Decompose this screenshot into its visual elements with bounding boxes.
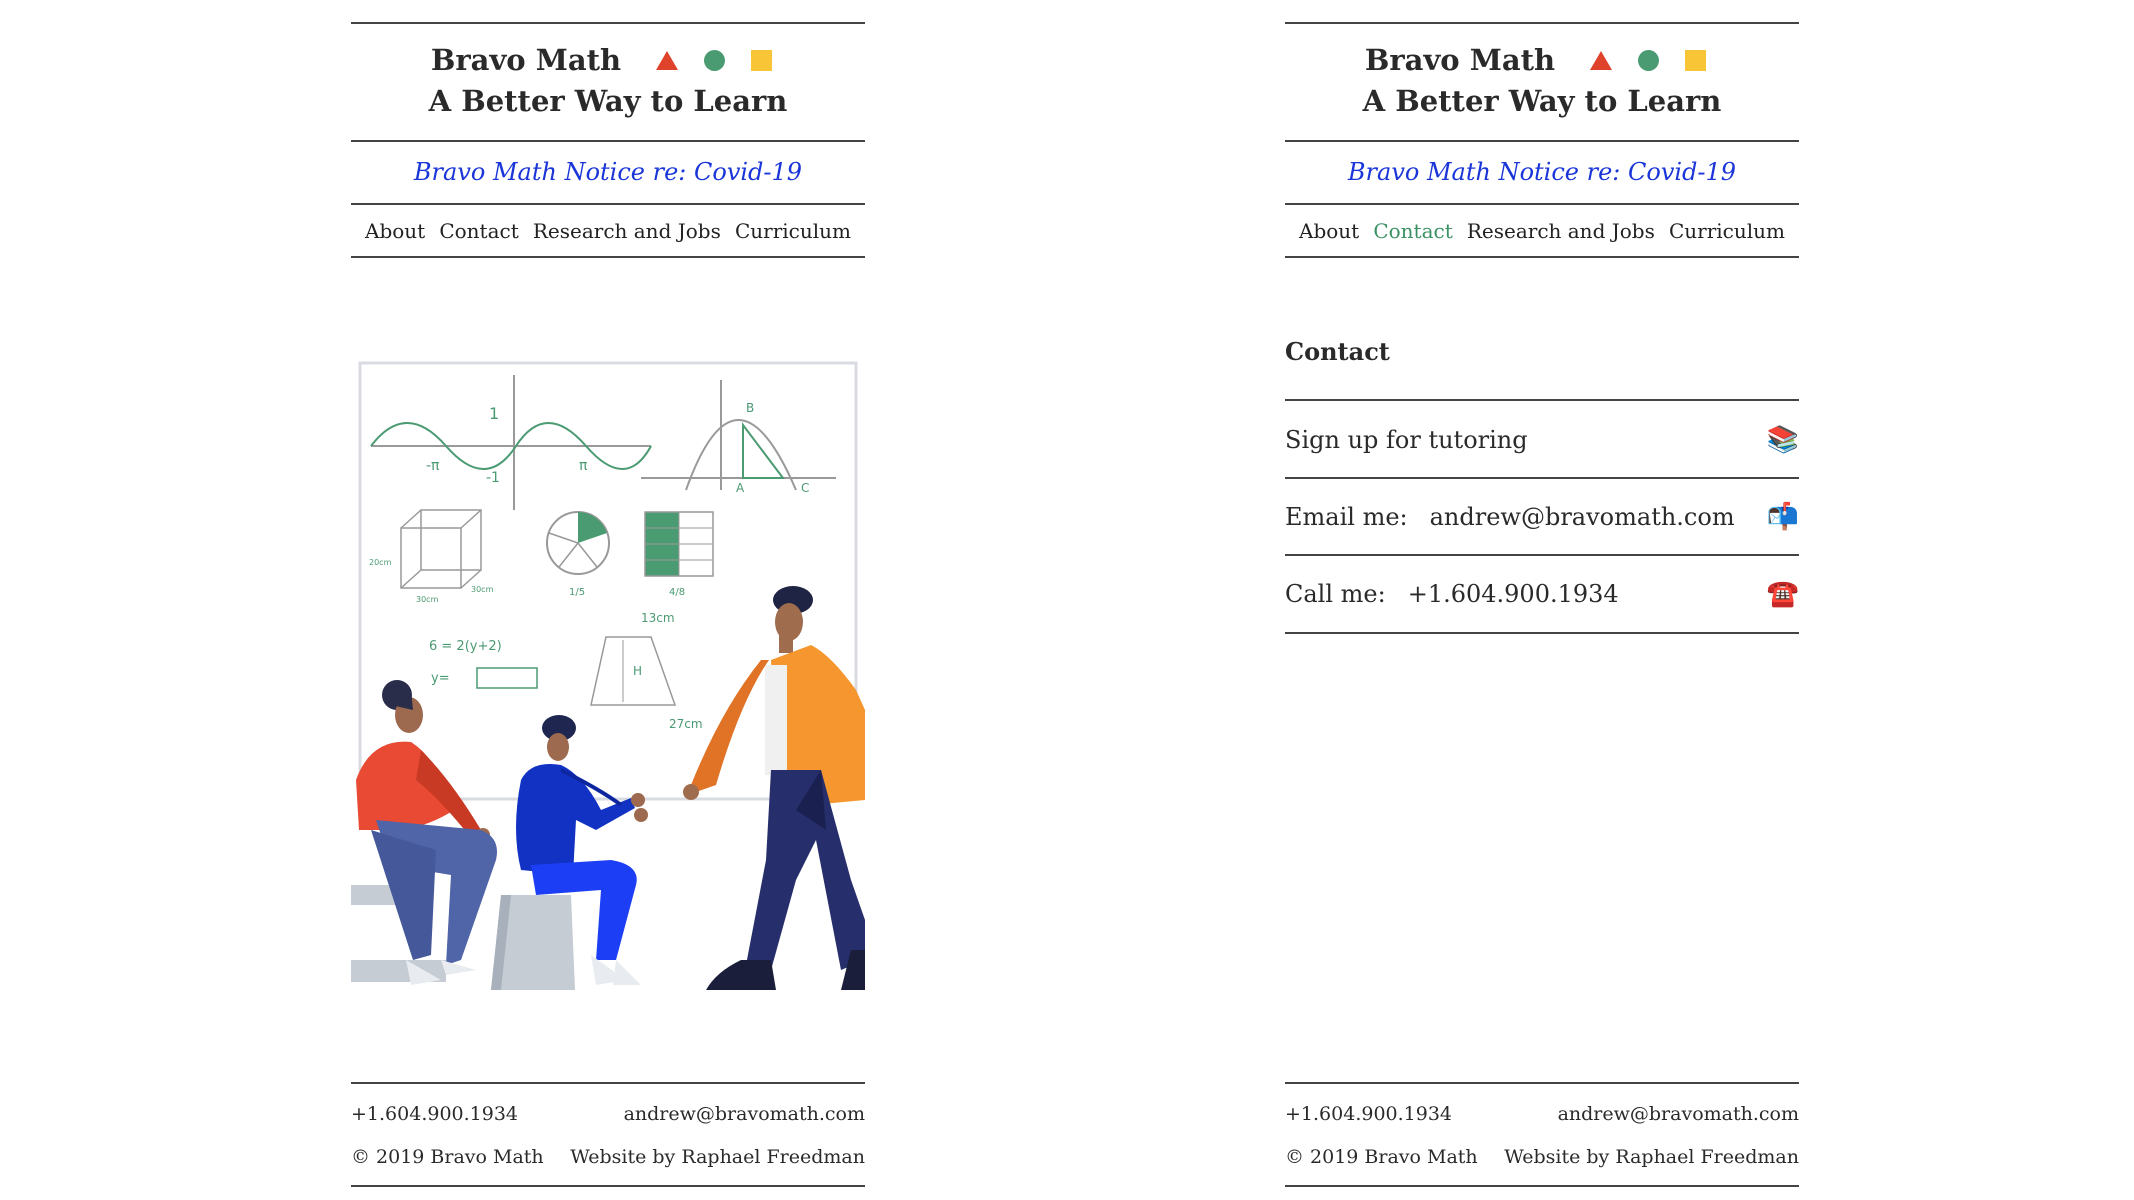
covid-notice-link[interactable]: Bravo Math Notice re: Covid-19 <box>351 155 865 189</box>
covid-notice-link[interactable]: Bravo Math Notice re: Covid-19 <box>1285 155 1799 189</box>
cube-label-3: 30cm <box>471 585 494 594</box>
contact-rule-2 <box>1285 477 1799 479</box>
triangle-icon <box>1590 51 1613 70</box>
header-rule <box>351 140 865 142</box>
pie-drawing <box>546 511 610 575</box>
notice-rule <box>351 203 865 205</box>
footer-credit[interactable]: Website by Raphael Freedman <box>1504 1143 1799 1171</box>
trap-h-label: H <box>633 664 642 678</box>
circle-icon <box>704 50 726 71</box>
footer-phone[interactable]: +1.604.900.1934 <box>1285 1100 1452 1128</box>
home-page-panel: Bravo Math A Better Way to Learn Bravo M… <box>351 0 865 1200</box>
footer-email[interactable]: andrew@bravomath.com <box>624 1100 865 1128</box>
nav-research-jobs[interactable]: Research and Jobs <box>533 214 721 248</box>
equation-text: 6 = 2(y+2) <box>429 639 502 654</box>
signup-link[interactable]: Sign up for tutoring <box>1285 426 1528 454</box>
footer-rule-bottom <box>351 1185 865 1187</box>
footer-copyright: © 2019 Bravo Math <box>351 1146 544 1168</box>
footer-row-1: +1.604.900.1934 andrew@bravomath.com <box>351 1100 865 1128</box>
telephone-icon: ☎️ <box>1766 579 1799 609</box>
wave-label-1: 1 <box>489 404 499 423</box>
nav-research-jobs[interactable]: Research and Jobs <box>1467 214 1655 248</box>
footer-row-1: +1.604.900.1934 andrew@bravomath.com <box>1285 1100 1799 1128</box>
top-rule <box>1285 22 1799 24</box>
call-row: Call me: +1.604.900.1934 ☎️ <box>1285 574 1799 614</box>
y-equals-text: y= <box>431 671 450 686</box>
trap-top-label: 13cm <box>641 611 675 625</box>
call-label: Call me: <box>1285 580 1386 608</box>
phone-link[interactable]: +1.604.900.1934 <box>1408 580 1619 608</box>
contact-rule-3 <box>1285 554 1799 556</box>
hero-illustration: 1 -π -1 π B A C 20cm 30cm 30cm 1/5 4/8 6… <box>351 361 865 990</box>
pie-label: 1/5 <box>569 587 585 598</box>
footer-rule-bottom <box>1285 1185 1799 1187</box>
footer-copyright: © 2019 Bravo Math <box>1285 1146 1478 1168</box>
footer-rule-top <box>1285 1082 1799 1084</box>
footer-email[interactable]: andrew@bravomath.com <box>1558 1100 1799 1128</box>
contact-rule-4 <box>1285 632 1799 634</box>
site-title: Bravo Math <box>1364 43 1556 77</box>
nav-contact[interactable]: Contact <box>439 214 518 248</box>
tri-label-a: A <box>736 481 745 495</box>
wave-label-neg-1: -1 <box>486 470 500 486</box>
cube-label-2: 30cm <box>416 595 439 604</box>
circle-icon <box>1638 50 1660 71</box>
tri-label-c: C <box>801 481 809 495</box>
footer-phone[interactable]: +1.604.900.1934 <box>351 1100 518 1128</box>
top-rule <box>351 22 865 24</box>
triangle-icon <box>656 51 679 70</box>
square-icon <box>751 50 773 71</box>
notice-rule <box>1285 203 1799 205</box>
site-header[interactable]: Bravo Math A Better Way to Learn <box>1285 40 1799 122</box>
site-tagline: A Better Way to Learn <box>1362 84 1722 118</box>
cube-label-1: 20cm <box>369 558 392 567</box>
nav-curriculum[interactable]: Curriculum <box>1669 214 1785 248</box>
nav-about[interactable]: About <box>1299 214 1359 248</box>
nav-rule <box>351 256 865 258</box>
wave-label-pi: π <box>579 458 588 474</box>
email-link[interactable]: andrew@bravomath.com <box>1430 503 1735 531</box>
wave-label-neg-pi: -π <box>426 458 440 474</box>
main-nav: About Contact Research and Jobs Curricul… <box>1285 214 1799 248</box>
main-nav: About Contact Research and Jobs Curricul… <box>351 214 865 248</box>
footer-credit[interactable]: Website by Raphael Freedman <box>570 1143 865 1171</box>
trap-bottom-label: 27cm <box>669 717 703 731</box>
nav-about[interactable]: About <box>365 214 425 248</box>
nav-rule <box>1285 256 1799 258</box>
email-label: Email me: <box>1285 503 1408 531</box>
books-icon: 📚 <box>1766 425 1799 455</box>
footer-row-2: © 2019 Bravo Math Website by Raphael Fre… <box>351 1143 865 1171</box>
mailbox-icon: 📬 <box>1766 502 1799 532</box>
header-rule <box>1285 140 1799 142</box>
contact-rule-1 <box>1285 399 1799 401</box>
site-tagline: A Better Way to Learn <box>428 84 788 118</box>
square-icon <box>1685 50 1707 71</box>
signup-row[interactable]: Sign up for tutoring 📚 <box>1285 420 1799 460</box>
nav-contact[interactable]: Contact <box>1373 214 1452 248</box>
tri-label-b: B <box>746 401 754 415</box>
site-title: Bravo Math <box>430 43 622 77</box>
footer-row-2: © 2019 Bravo Math Website by Raphael Fre… <box>1285 1143 1799 1171</box>
contact-page-panel: Bravo Math A Better Way to Learn Bravo M… <box>1285 0 1799 1200</box>
footer-rule-top <box>351 1082 865 1084</box>
site-header[interactable]: Bravo Math A Better Way to Learn <box>351 40 865 122</box>
grid-label: 4/8 <box>669 587 685 598</box>
contact-heading: Contact <box>1285 337 1390 366</box>
nav-curriculum[interactable]: Curriculum <box>735 214 851 248</box>
email-row: Email me: andrew@bravomath.com 📬 <box>1285 497 1799 537</box>
